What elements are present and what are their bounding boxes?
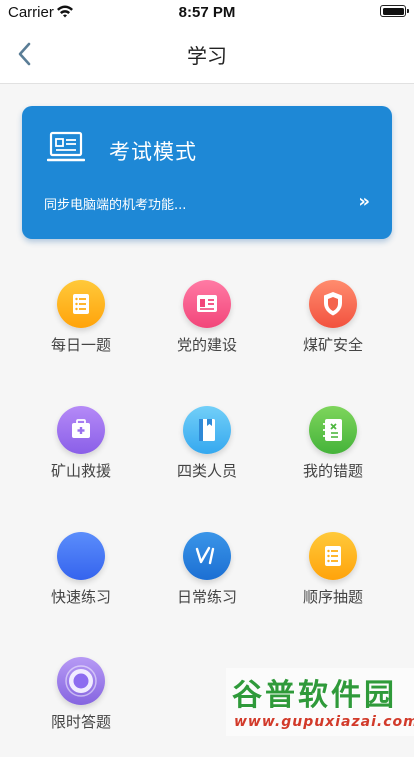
double-chevron-right-icon: » (358, 191, 370, 212)
watermark-title: 谷普软件园 (232, 678, 397, 713)
exam-mode-title: 考试模式 (109, 140, 197, 164)
list-icon (57, 280, 105, 328)
page-title: 学习 (187, 44, 227, 68)
menu-item-label: 顺序抽题 (302, 588, 363, 606)
menu-item-label: 每日一题 (50, 336, 111, 354)
battery-icon (380, 5, 409, 17)
status-time: 8:57 PM (178, 4, 236, 21)
menu-item-8[interactable]: 日常练习 (152, 532, 262, 632)
menu-item-label: 快速练习 (50, 588, 111, 606)
exam-mode-description: 同步电脑端的机考功能... (44, 198, 187, 213)
menu-item-1[interactable]: 每日一题 (26, 280, 136, 380)
menu-item-label: 限时答题 (50, 713, 111, 731)
party-flag-icon (183, 280, 231, 328)
shield-icon (309, 280, 357, 328)
menu-item-2[interactable]: 党的建设 (152, 280, 262, 380)
menu-item-label: 煤矿安全 (302, 336, 363, 354)
list-icon (309, 532, 357, 580)
menu-item-7[interactable]: 快速练习 (26, 532, 136, 632)
menu-item-10[interactable]: 限时答题 (26, 657, 136, 757)
menu-item-label: 日常练习 (176, 588, 237, 606)
menu-item-label: 党的建设 (176, 336, 237, 354)
blue-circle-icon (57, 532, 105, 580)
menu-item-label: 我的错题 (302, 462, 363, 480)
laptop-icon (47, 131, 85, 162)
menu-item-label: 四类人员 (176, 462, 237, 480)
watermark-url: www.gupuxiazai.com (234, 714, 414, 730)
exam-mode-card[interactable]: 考试模式 同步电脑端的机考功能... » (22, 106, 392, 239)
status-bar: Carrier 8:57 PM (0, 0, 414, 24)
menu-item-label: 矿山救援 (50, 462, 111, 480)
notebook-icon (309, 406, 357, 454)
menu-item-6[interactable]: 我的错题 (278, 406, 388, 506)
menu-item-9[interactable]: 顺序抽题 (278, 532, 388, 632)
ring-icon (57, 657, 105, 705)
menu-item-5[interactable]: 四类人员 (152, 406, 262, 506)
watermark: 谷普软件园 www.gupuxiazai.com (226, 668, 414, 736)
menu-item-4[interactable]: 矿山救援 (26, 406, 136, 506)
menu-item-3[interactable]: 煤矿安全 (278, 280, 388, 380)
nav-bar: 学习 (0, 24, 414, 84)
first-aid-kit-icon (57, 406, 105, 454)
vi-logo-icon (183, 532, 231, 580)
book-icon (183, 406, 231, 454)
